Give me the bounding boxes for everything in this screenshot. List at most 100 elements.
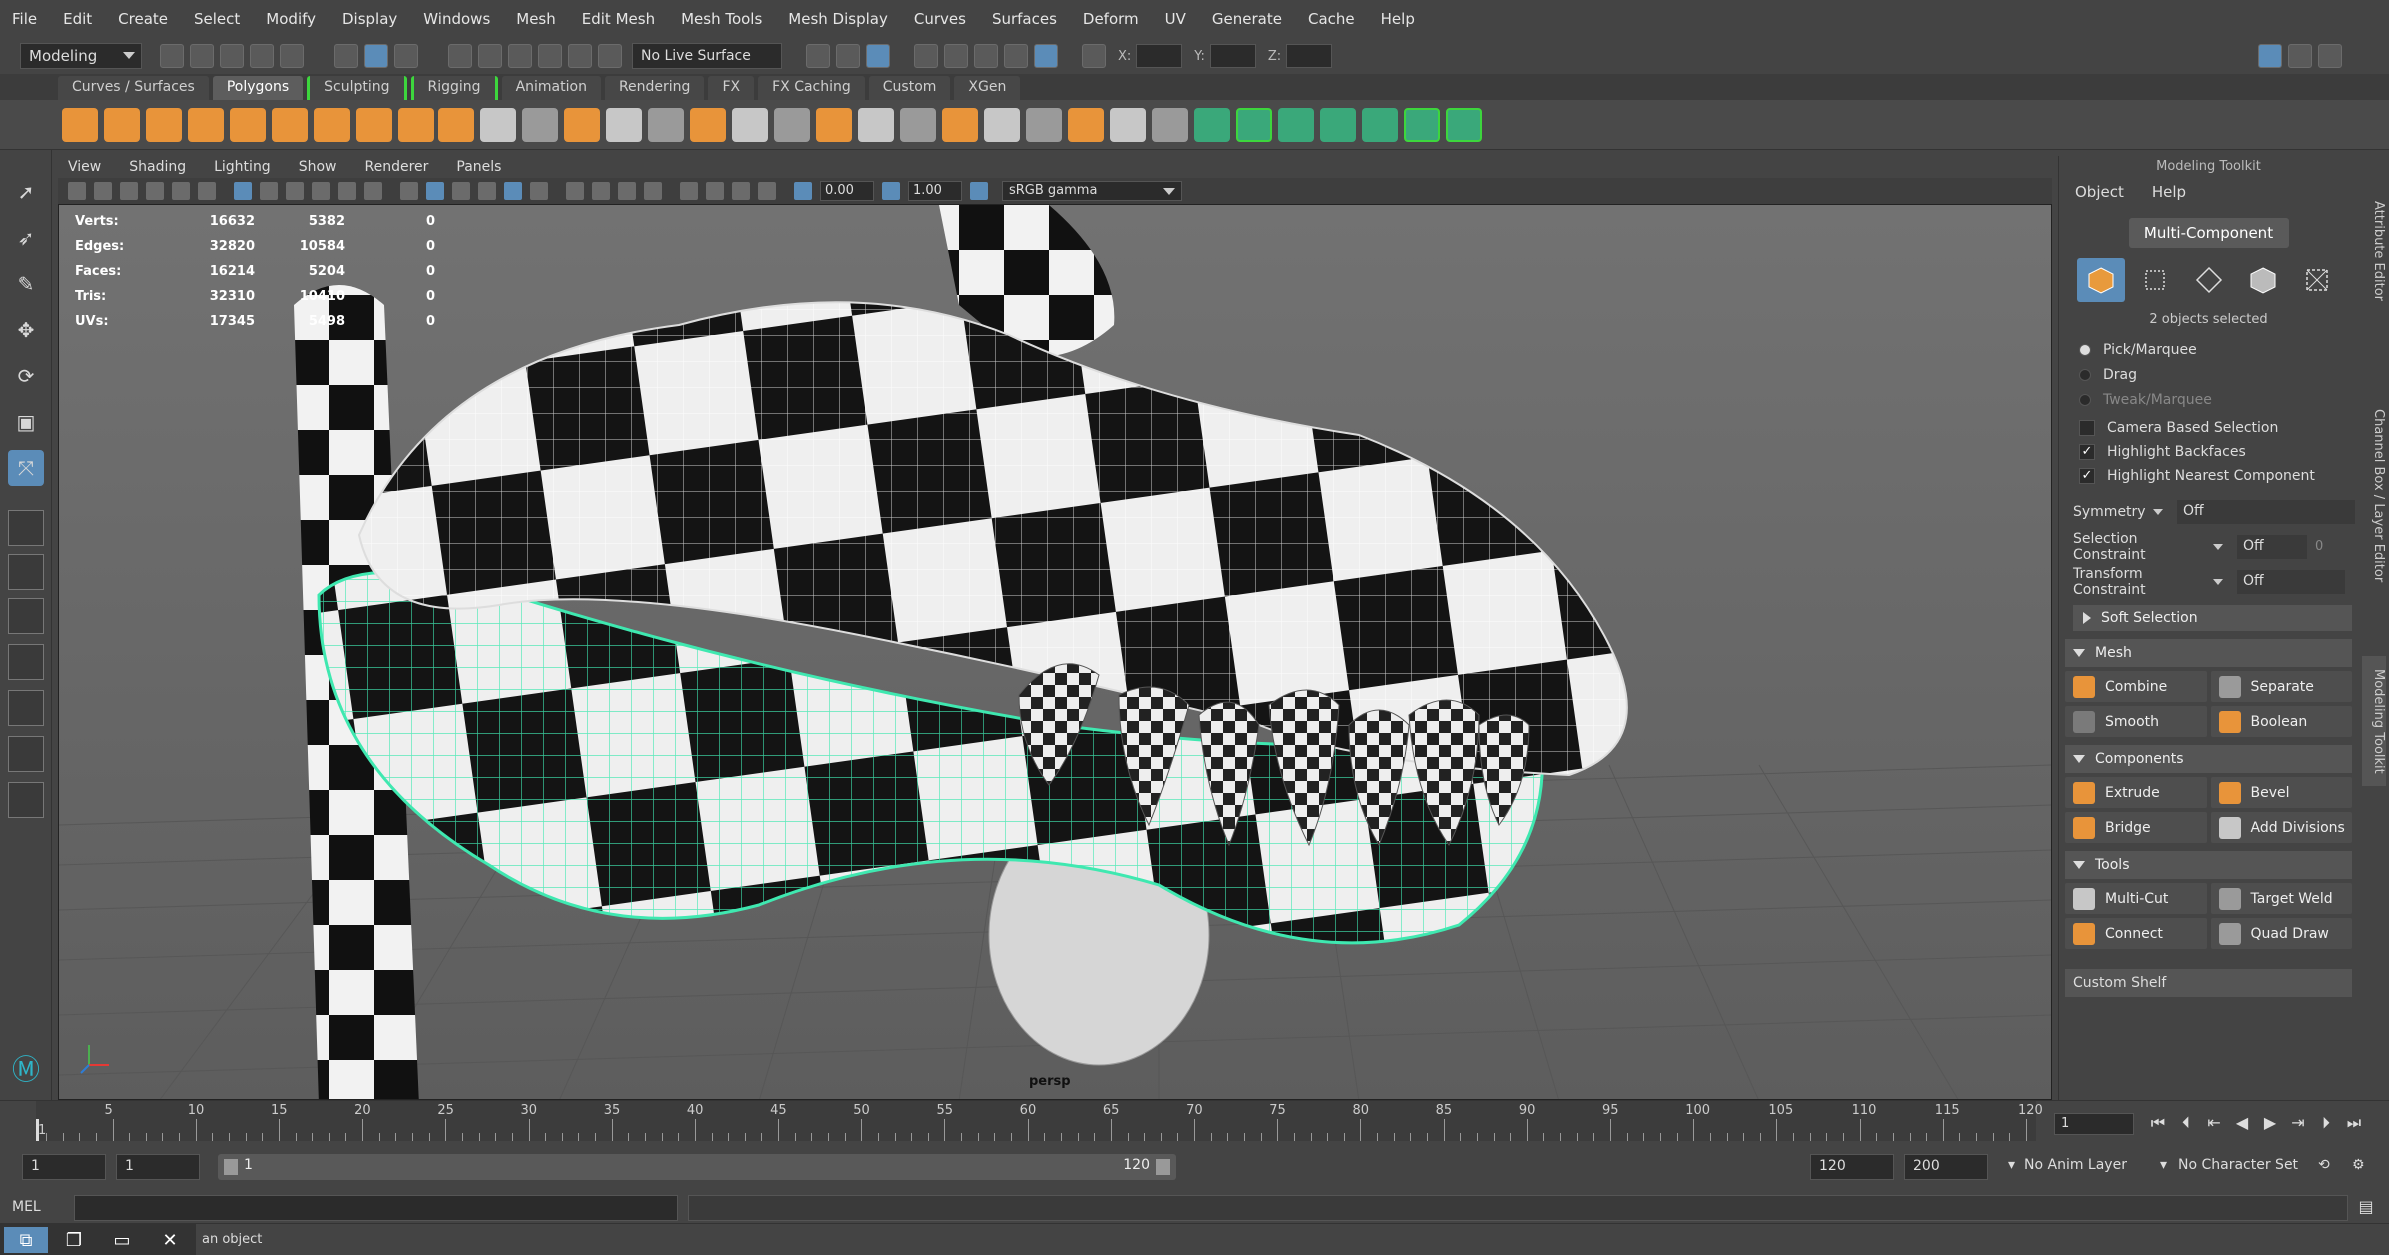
tab-attribute-editor[interactable]: Attribute Editor (2362, 176, 2386, 326)
redo-icon[interactable] (280, 44, 304, 68)
soft-selection-header[interactable]: Soft Selection (2073, 605, 2352, 631)
menu-windows[interactable]: Windows (423, 10, 490, 28)
smooth-button[interactable]: Smooth (2065, 706, 2207, 737)
lasso-tool-icon[interactable]: ➶ (8, 220, 44, 256)
radio-button[interactable] (2079, 343, 2091, 356)
checkbox[interactable]: ✓ (2079, 468, 2095, 484)
menu-help[interactable]: Help (1381, 10, 1415, 28)
snap-surface-icon[interactable] (598, 44, 622, 68)
custom-layout-icon[interactable] (8, 782, 44, 818)
radio-tweak-marquee[interactable]: Tweak/Marquee (2059, 387, 2358, 412)
target-weld-button[interactable]: Target Weld (2210, 883, 2352, 914)
move-tool-icon[interactable]: ✥ (8, 312, 44, 348)
construction-history-icon[interactable] (866, 44, 890, 68)
bevel-button[interactable]: Bevel (2210, 777, 2352, 808)
single-view-icon[interactable] (8, 510, 44, 546)
resolution-gate-icon[interactable] (286, 182, 304, 200)
poly-sphere-icon[interactable] (62, 108, 98, 142)
extrude-button[interactable]: Extrude (2065, 777, 2207, 808)
poly-cone-icon[interactable] (188, 108, 224, 142)
panel-menu-show[interactable]: Show (299, 159, 337, 175)
select-component-icon[interactable] (394, 44, 418, 68)
planar-map-icon[interactable] (1236, 108, 1272, 142)
ipr-render-icon[interactable] (974, 44, 998, 68)
symmetry-row[interactable]: Symmetry Off (2059, 494, 2358, 529)
spherical-map-icon[interactable] (1362, 108, 1398, 142)
snap-point-icon[interactable] (508, 44, 532, 68)
menu-curves[interactable]: Curves (914, 10, 966, 28)
automatic-map-icon[interactable] (1278, 108, 1314, 142)
output-ops-icon[interactable] (836, 44, 860, 68)
camera-select-icon[interactable] (68, 182, 86, 200)
connect-button[interactable]: Connect (2065, 918, 2207, 949)
gate-mask-icon[interactable] (312, 182, 330, 200)
multi-component-button[interactable]: Multi-Component (2128, 218, 2289, 248)
hypershade-icon[interactable] (1034, 44, 1058, 68)
menu-mesh-tools[interactable]: Mesh Tools (681, 10, 762, 28)
hypershade-layout-icon[interactable] (8, 690, 44, 726)
target-weld-icon[interactable] (984, 108, 1020, 142)
shelf-tab-polygons[interactable]: Polygons (212, 76, 304, 100)
face-mode-icon[interactable] (2239, 258, 2287, 302)
tab-channel-box[interactable]: Channel Box / Layer Editor (2362, 356, 2386, 636)
edge-mode-icon[interactable] (2185, 258, 2233, 302)
z-field[interactable] (1286, 44, 1333, 68)
camera-map-icon[interactable] (1404, 108, 1440, 142)
wireframe-icon[interactable] (400, 182, 418, 200)
quad-draw-icon[interactable] (1152, 108, 1188, 142)
poly-plane-icon[interactable] (272, 108, 308, 142)
snap-curve-icon[interactable] (478, 44, 502, 68)
go-to-end-icon[interactable]: ⏭ (2344, 1113, 2364, 1133)
toggle-panel-icon[interactable] (2288, 44, 2313, 68)
bridge-icon[interactable] (732, 108, 768, 142)
select-tool-icon[interactable]: ➚ (8, 174, 44, 210)
toggle-sidebar-icon[interactable] (2318, 44, 2343, 68)
play-forward-icon[interactable]: ▶ (2260, 1113, 2280, 1133)
step-forward-icon[interactable]: ⏵ (2316, 1113, 2336, 1133)
shelf-scroll-icon[interactable] (2348, 108, 2368, 142)
render-settings-icon[interactable] (1004, 44, 1028, 68)
motion-blur-icon[interactable] (618, 182, 636, 200)
transform-constraint-value[interactable]: Off (2237, 569, 2345, 594)
open-scene-icon[interactable] (190, 44, 214, 68)
check-highlight-backfaces[interactable]: ✓ Highlight Backfaces (2059, 440, 2358, 464)
smooth-shade-icon[interactable] (426, 182, 444, 200)
separate-icon[interactable] (480, 108, 516, 142)
time-slider-track[interactable]: 5 10 15 20 25 30 35 40 45 50 55 60 65 70 75 80 85 90 95 100… (36, 1101, 2043, 1141)
step-forward-key-icon[interactable]: ⇥ (2288, 1113, 2308, 1133)
menu-mesh-display[interactable]: Mesh Display (788, 10, 888, 28)
field-chart-icon[interactable] (338, 182, 356, 200)
uv-mode-icon[interactable] (2293, 258, 2341, 302)
shelf-tab-animation[interactable]: Animation (501, 76, 601, 100)
range-slider-bar[interactable]: 1 120 (218, 1154, 1176, 1180)
panel-menu-lighting[interactable]: Lighting (214, 159, 271, 175)
xray-components-icon[interactable] (758, 182, 776, 200)
check-highlight-nearest-component[interactable]: ✓ Highlight Nearest Component (2059, 464, 2358, 488)
mesh-section-header[interactable]: Mesh (2065, 639, 2352, 667)
poly-cube-icon[interactable] (104, 108, 140, 142)
shelf-tab-rendering[interactable]: Rendering (604, 76, 705, 100)
separate-button[interactable]: Separate (2210, 671, 2352, 702)
close-window-icon[interactable]: ✕ (148, 1227, 192, 1253)
radio-button[interactable] (2079, 393, 2091, 406)
viewport-persp[interactable]: Verts: 16632 5382 0 Edges: 32820 10584 0 Faces: 1… (58, 204, 2052, 1100)
anim-layer-dropdown[interactable]: No Anim Layer (2016, 1154, 2135, 1180)
menu-object[interactable]: Object (2075, 183, 2124, 201)
panel-menu-renderer[interactable]: Renderer (364, 159, 428, 175)
object-mode-icon[interactable] (2076, 258, 2125, 302)
boolean-button[interactable]: Boolean (2210, 706, 2352, 737)
radio-button[interactable] (2079, 368, 2091, 381)
restore-window-icon[interactable]: ❐ (52, 1227, 96, 1253)
menu-edit-mesh[interactable]: Edit Mesh (582, 10, 655, 28)
menu-cache[interactable]: Cache (1308, 10, 1355, 28)
menu-deform[interactable]: Deform (1083, 10, 1139, 28)
2d-pan-icon[interactable] (172, 182, 190, 200)
panel-menu-panels[interactable]: Panels (456, 159, 501, 175)
maximize-window-icon[interactable]: ▭ (100, 1227, 144, 1253)
menu-generate[interactable]: Generate (1212, 10, 1282, 28)
persp-outliner-icon[interactable] (8, 598, 44, 634)
checkbox[interactable] (2079, 420, 2095, 436)
y-field[interactable] (1209, 44, 1256, 68)
menu-uv[interactable]: UV (1165, 10, 1186, 28)
radio-pick-marquee[interactable]: Pick/Marquee (2059, 337, 2358, 362)
